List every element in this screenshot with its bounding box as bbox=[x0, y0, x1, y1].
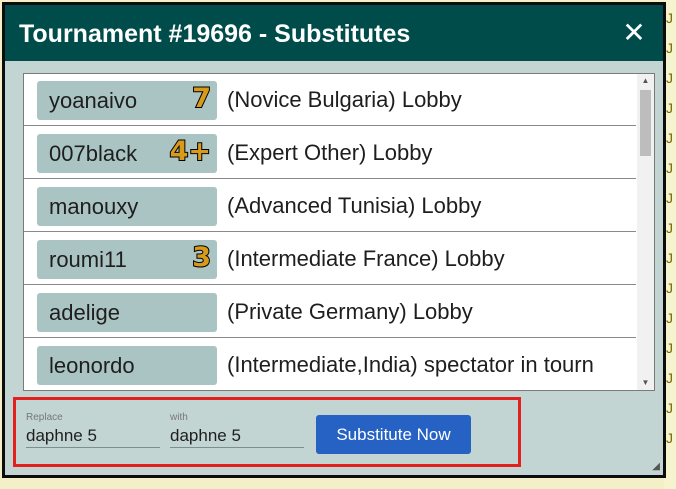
list-scrollbar[interactable]: ▲ ▼ bbox=[637, 74, 654, 390]
player-name: adelige bbox=[49, 300, 120, 325]
scroll-up-arrow-icon[interactable]: ▲ bbox=[637, 74, 654, 88]
player-row[interactable]: manouxy (Advanced Tunisia) Lobby bbox=[24, 180, 636, 232]
dialog-title-bar: Tournament #19696 - Substitutes ✕ bbox=[5, 5, 663, 61]
substitute-form: Replace daphne 5 with daphne 5 Substitut… bbox=[13, 397, 521, 467]
player-chip[interactable]: roumi11 3 bbox=[37, 240, 217, 279]
replace-field[interactable]: Replace daphne 5 bbox=[26, 412, 160, 452]
scroll-down-arrow-icon[interactable]: ▼ bbox=[637, 376, 654, 390]
replace-label: Replace bbox=[26, 412, 63, 423]
level-badge: 4+ bbox=[169, 136, 212, 168]
player-row[interactable]: adelige (Private Germany) Lobby bbox=[24, 286, 636, 338]
player-chip[interactable]: 007black 4+ bbox=[37, 134, 217, 173]
player-chip[interactable]: manouxy bbox=[37, 187, 217, 226]
level-badge: 3 bbox=[191, 242, 212, 274]
player-chip[interactable]: yoanaivo 7 bbox=[37, 81, 217, 120]
replace-input[interactable]: daphne 5 bbox=[26, 425, 160, 448]
with-input[interactable]: daphne 5 bbox=[170, 425, 304, 448]
with-field[interactable]: with daphne 5 bbox=[170, 412, 304, 452]
player-name: leonordo bbox=[49, 353, 135, 378]
substitute-now-button[interactable]: Substitute Now bbox=[316, 415, 471, 454]
player-row[interactable]: leonordo (Intermediate,India) spectator … bbox=[24, 339, 636, 390]
player-name: manouxy bbox=[49, 194, 139, 219]
scrollbar-thumb[interactable] bbox=[640, 90, 651, 156]
with-label: with bbox=[170, 412, 188, 423]
player-name: yoanaivo bbox=[49, 88, 138, 113]
player-status: (Private Germany) Lobby bbox=[227, 299, 473, 324]
player-status: (Novice Bulgaria) Lobby bbox=[227, 87, 462, 112]
level-badge: 7 bbox=[191, 83, 212, 115]
substitute-player-list[interactable]: yoanaivo 7 (Novice Bulgaria) Lobby 007bl… bbox=[23, 73, 655, 391]
player-status: (Expert Other) Lobby bbox=[227, 140, 433, 165]
player-status: (Advanced Tunisia) Lobby bbox=[227, 193, 482, 218]
player-name: 007black bbox=[49, 141, 138, 166]
player-name: roumi11 bbox=[49, 247, 127, 272]
resize-grip-icon[interactable]: ◢ bbox=[652, 462, 660, 472]
player-status: (Intermediate France) Lobby bbox=[227, 246, 505, 271]
substitutes-dialog: Tournament #19696 - Substitutes ✕ yoanai… bbox=[2, 2, 666, 478]
dialog-title: Tournament #19696 - Substitutes bbox=[19, 20, 411, 48]
player-row[interactable]: roumi11 3 (Intermediate France) Lobby bbox=[24, 233, 636, 285]
player-row[interactable]: 007black 4+ (Expert Other) Lobby bbox=[24, 127, 636, 179]
player-status: (Intermediate,India) spectator in tourn bbox=[227, 352, 594, 377]
player-chip[interactable]: leonordo bbox=[37, 346, 217, 385]
player-chip[interactable]: adelige bbox=[37, 293, 217, 332]
player-row[interactable]: yoanaivo 7 (Novice Bulgaria) Lobby bbox=[24, 74, 636, 126]
close-icon[interactable]: ✕ bbox=[621, 19, 647, 47]
